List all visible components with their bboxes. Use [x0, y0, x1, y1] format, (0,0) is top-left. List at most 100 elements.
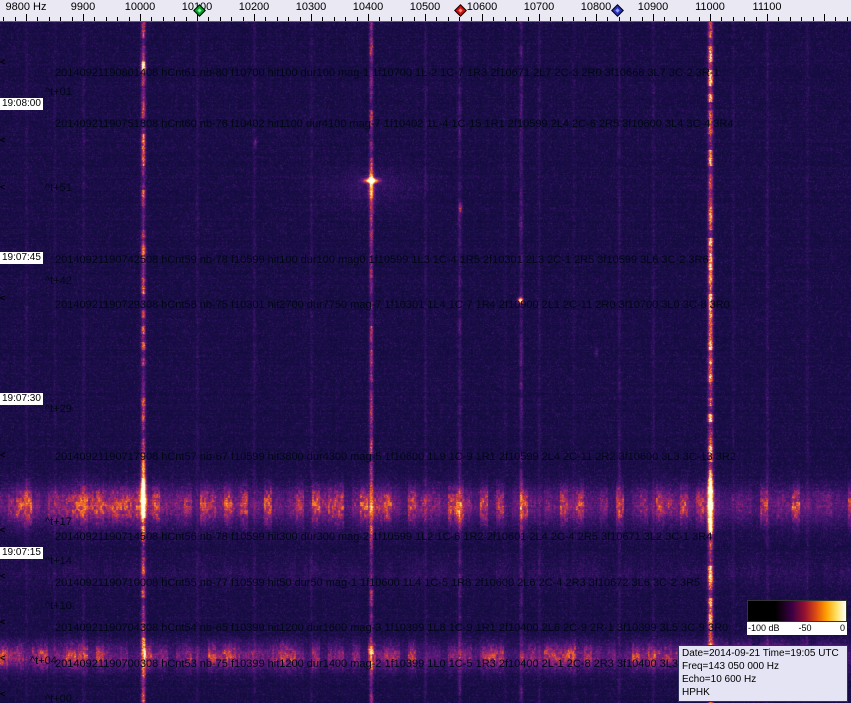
colorbar-labels: -100 dB -50 0 — [747, 622, 847, 635]
ruler-major-tick — [425, 14, 426, 21]
event-tick-icon: < — [0, 293, 6, 303]
blue-diamond-marker[interactable] — [611, 4, 625, 17]
detection-log-line: 20140921190751808 hCnt60 nb-76 f10402 hi… — [55, 118, 734, 130]
time-offset-mark: ^t+10 — [45, 600, 72, 612]
ruler-minor-tick — [504, 17, 506, 21]
ruler-major-tick — [140, 14, 141, 21]
event-tick-icon: < — [0, 182, 6, 192]
ruler-minor-tick — [174, 17, 176, 21]
ruler-minor-tick — [744, 17, 746, 21]
ruler-minor-tick — [390, 17, 392, 21]
ruler-minor-tick — [208, 17, 210, 21]
ruler-minor-tick — [550, 17, 552, 21]
ruler-minor-tick — [231, 17, 233, 21]
ruler-minor-tick — [94, 17, 96, 21]
info-box-line: Echo=10 600 Hz — [682, 674, 757, 685]
ruler-frequency-label: 9900 — [70, 1, 96, 13]
detection-log-line: 20140921190714508 hCnt56 nb-78 f10599 hi… — [55, 531, 713, 543]
detection-log-line: 20140921190742508 hCnt59 nb-78 f10599 hi… — [55, 254, 709, 266]
time-axis-label: 19:08:00 — [0, 98, 43, 110]
ruler-minor-tick — [607, 17, 609, 21]
ruler-frequency-label: 10900 — [637, 1, 669, 13]
ruler-minor-tick — [698, 17, 700, 21]
time-offset-mark: ^t+04 — [30, 655, 57, 667]
ruler-minor-tick — [413, 17, 415, 21]
ruler-minor-tick — [402, 17, 404, 21]
ruler-minor-tick — [242, 17, 244, 21]
ruler-minor-tick — [721, 17, 723, 21]
time-axis-label: 19:07:45 — [0, 252, 43, 264]
ruler-frequency-label: 10000 — [124, 1, 156, 13]
time-offset-mark: ^t+51 — [45, 182, 72, 194]
ruler-minor-tick — [162, 17, 164, 21]
ruler-minor-tick — [618, 17, 620, 21]
ruler-major-tick — [539, 14, 540, 21]
ruler-frequency-label: 10400 — [352, 1, 384, 13]
time-offset-mark: ^t+01 — [45, 86, 72, 98]
time-axis-label: 19:07:15 — [0, 547, 43, 559]
ruler-frequency-label: 11100 — [752, 1, 782, 13]
detection-log-line: 20140921190700308 hCnt53 nb-75 f10399 hi… — [55, 658, 729, 670]
ruler-minor-tick — [584, 17, 586, 21]
red-diamond-marker[interactable] — [454, 4, 467, 17]
ruler-minor-tick — [14, 17, 16, 21]
ruler-minor-tick — [151, 17, 153, 21]
ruler-minor-tick — [379, 17, 381, 21]
event-tick-icon: < — [0, 689, 6, 699]
ruler-minor-tick — [105, 17, 107, 21]
ruler-major-tick — [26, 14, 27, 21]
ruler-minor-tick — [664, 17, 666, 21]
detection-log-line: 20140921190717908 hCnt57 nb-67 f10599 hi… — [55, 451, 736, 463]
ruler-minor-tick — [493, 17, 495, 21]
time-offset-mark: ^t+00 — [45, 693, 72, 703]
ruler-minor-tick — [732, 17, 734, 21]
ruler-minor-tick — [71, 17, 73, 21]
ruler-minor-tick — [185, 17, 187, 21]
ruler-major-tick — [767, 14, 768, 21]
ruler-major-tick — [710, 14, 711, 21]
ruler-frequency-label: 9800 Hz — [5, 1, 47, 13]
status-info-box: Date=2014-09-21 Time=19:05 UTC Freq=143 0… — [678, 645, 848, 702]
ruler-minor-tick — [299, 17, 301, 21]
blue-diamond-marker-center — [615, 8, 620, 13]
ruler-minor-tick — [835, 17, 837, 21]
spectrum-monitor-window: 9800 Hz990010000101001020010300104001050… — [0, 0, 851, 703]
ruler-minor-tick — [436, 17, 438, 21]
ruler-minor-tick — [345, 17, 347, 21]
frequency-ruler: 9800 Hz990010000101001020010300104001050… — [0, 0, 851, 22]
ruler-minor-tick — [288, 17, 290, 21]
ruler-major-tick — [83, 14, 84, 21]
time-offset-mark: ^t+42 — [45, 275, 72, 287]
ruler-minor-tick — [789, 17, 791, 21]
ruler-major-tick — [311, 14, 312, 21]
ruler-minor-tick — [3, 17, 5, 21]
colorbar-label-left: -100 dB — [748, 623, 780, 633]
ruler-minor-tick — [778, 17, 780, 21]
ruler-minor-tick — [128, 17, 130, 21]
event-tick-icon: < — [0, 450, 6, 460]
colorbar-gradient — [747, 600, 847, 622]
event-tick-icon: < — [0, 135, 6, 145]
ruler-frequency-label: 11000 — [695, 1, 725, 13]
ruler-minor-tick — [755, 17, 757, 21]
ruler-frequency-label: 10700 — [523, 1, 555, 13]
red-diamond-marker-center — [458, 8, 463, 13]
ruler-minor-tick — [846, 17, 848, 21]
detection-log-line: 20140921190729308 hCnt58 nb-75 f10301 hi… — [55, 299, 730, 311]
info-box-line: Freq=143 050 000 Hz — [682, 661, 780, 672]
ruler-frequency-label: 10300 — [295, 1, 327, 13]
event-tick-icon: < — [0, 57, 6, 67]
ruler-major-tick — [482, 14, 483, 21]
ruler-minor-tick — [573, 17, 575, 21]
time-offset-mark: ^t+14 — [45, 555, 72, 567]
ruler-major-tick — [368, 14, 369, 21]
colorbar-label-right: 0 — [839, 623, 845, 633]
info-box-line: HPHK — [682, 687, 710, 698]
ruler-minor-tick — [117, 17, 119, 21]
ruler-frequency-label: 10800 — [580, 1, 612, 13]
ruler-minor-tick — [516, 17, 518, 21]
ruler-minor-tick — [687, 17, 689, 21]
time-offset-mark: ^t+29 — [45, 403, 72, 415]
event-tick-icon: < — [0, 571, 6, 581]
ruler-minor-tick — [812, 17, 814, 21]
